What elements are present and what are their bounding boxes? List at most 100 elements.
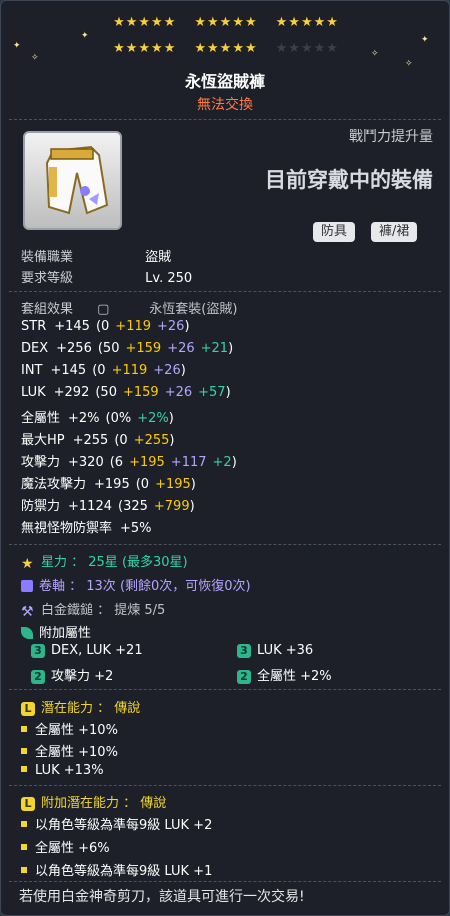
stat-close: ) [168, 411, 174, 426]
stat-total: +145 [54, 319, 90, 334]
starforce-text: 星力 ： 25星 (最多30星) [41, 555, 188, 570]
star-icon: ★ [163, 15, 177, 30]
stat-close: ) [189, 499, 195, 514]
hammer-row: ⚒ 白金鐵鎚 ： 提煉 5/5 [21, 599, 165, 619]
equipped-label: 目前穿戴中的裝備 [265, 168, 433, 192]
stat-close: ) [231, 455, 237, 470]
stat-base: (50 [95, 385, 117, 400]
bonus-potential-line: 全屬性 +6% [21, 837, 110, 856]
stat-row: DEX +256 (50 +159 +26 +21) [21, 341, 233, 356]
level-label: 要求等級 [21, 271, 74, 286]
star-force-row-2: ★★★★★ ★★★★★ ★★★★★ [1, 41, 449, 56]
hammer-text: 白金鐵鎚 ： 提煉 5/5 [41, 603, 166, 618]
stat-total: +145 [50, 363, 87, 378]
divider [9, 544, 441, 545]
legendary-badge: L [21, 797, 35, 811]
star-group: ★★★★★ [276, 15, 339, 30]
tag-pants: 褲/裙 [371, 222, 418, 242]
star-icon: ★ [244, 41, 258, 56]
stat-close: ) [190, 477, 196, 492]
stat-bonus: +195 [129, 455, 165, 470]
legendary-badge: L [21, 702, 35, 716]
star-icon: ★ [138, 41, 152, 56]
leaf-icon [21, 627, 33, 639]
stat-name: 全屬性 [21, 411, 61, 426]
battle-power-label: 戰鬥力提升量 [349, 129, 433, 145]
potential-text: 全屬性 +10% [35, 745, 118, 760]
stat-bonus: +159 [122, 385, 159, 400]
stat-row: INT +145 (0 +119 +26) [21, 363, 186, 378]
flame-text: DEX, LUK +21 [51, 643, 143, 658]
trade-status: 無法交換 [197, 97, 253, 113]
stat-bonus: +21 [200, 341, 229, 356]
potential-text: 全屬性 +10% [35, 723, 118, 738]
item-name: 永恆盜賊褲 [184, 72, 265, 91]
stat-bonus: +26 [164, 385, 193, 400]
star-icon: ★ [219, 15, 233, 30]
grade-badge: 2 [237, 670, 251, 684]
star-icon: ★ [207, 15, 220, 30]
flame-line: 2 全屬性 +2% [237, 665, 332, 684]
stat-row: 無視怪物防禦率 +5% [21, 517, 158, 536]
stat-base: (0 [114, 433, 128, 448]
star-icon: ★ [244, 15, 258, 30]
job-label: 裝備職業 [21, 250, 74, 265]
star-icon: ★ [326, 15, 339, 30]
set-value: 永恆套裝(盜賊) [149, 302, 238, 317]
set-label: 套組效果 [21, 302, 74, 317]
lock-icon: ▢ [97, 302, 110, 317]
star-icon: ★ [326, 41, 339, 56]
potential-text: LUK +13% [35, 763, 104, 778]
stat-total: +5% [120, 521, 152, 536]
bonus-potential-title-row: L 附加潛在能力 ： 傳說 [21, 792, 166, 811]
star-icon: ★ [275, 15, 289, 30]
stat-row: 最大HP +255 (0 +255) [21, 429, 174, 448]
stat-bonus: +159 [125, 341, 162, 356]
flame-label: 附加屬性 [39, 626, 92, 641]
stat-base: (50 [97, 341, 120, 356]
stat-base: (325 [118, 499, 148, 514]
stat-bonus: +26 [167, 341, 195, 356]
star-icon: ★ [232, 41, 245, 56]
stat-bonus: +799 [153, 499, 190, 514]
star-icon: ★ [300, 15, 314, 30]
star-group: ★★★★★ [113, 41, 176, 56]
flame-line: 3 LUK +36 [237, 643, 313, 658]
stat-bonus: +195 [155, 477, 191, 492]
hammer-icon: ⚒ [21, 604, 34, 620]
bonus-potential-title: 附加潛在能力 ： 傳說 [41, 796, 167, 811]
potential-line: 全屬性 +10% [21, 719, 118, 738]
star-icon: ★ [313, 41, 327, 56]
stat-close: ) [169, 433, 175, 448]
star-icon: ★ [194, 15, 208, 30]
stat-close: ) [180, 363, 186, 378]
footer-note: 若使用白金神奇剪刀，該道具可進行一次交易! [19, 889, 305, 905]
stat-total: +292 [53, 385, 90, 400]
bullet-icon [21, 867, 27, 873]
stat-row: LUK +292 (50 +159 +26 +57) [21, 385, 231, 400]
stat-total: +256 [56, 341, 92, 356]
stat-total: +255 [72, 433, 109, 448]
stat-name: 無視怪物防禦率 [21, 521, 113, 536]
divider [9, 881, 441, 882]
starforce-row: ★ 星力 ： 25星 (最多30星) [21, 551, 188, 571]
bonus-potential-text: 以角色等級為準每9級 LUK +2 [35, 818, 213, 833]
job-value: 盜賊 [145, 250, 172, 265]
flame-label-row: 附加屬性 [21, 622, 91, 641]
star-icon: ★ [275, 41, 289, 56]
stat-bonus: +2% [137, 411, 169, 426]
stat-close: ) [225, 385, 231, 400]
bullet-icon [21, 726, 27, 732]
star-icon: ★ [300, 41, 314, 56]
stat-total: +1124 [68, 499, 112, 514]
star-icon: ★ [207, 41, 220, 56]
flame-line: 2 攻擊力 +2 [31, 665, 113, 684]
item-icon [23, 131, 122, 230]
stat-bonus: +119 [111, 363, 148, 378]
bullet-icon [21, 844, 27, 850]
stat-base: (0 [92, 363, 106, 378]
stat-name: STR [21, 319, 47, 334]
potential-title: 潛在能力 ： 傳說 [41, 701, 141, 716]
stat-row: STR +145 (0 +119 +26) [21, 319, 190, 334]
star-force-row-1: ★★★★★ ★★★★★ ★★★★★ [1, 15, 449, 30]
